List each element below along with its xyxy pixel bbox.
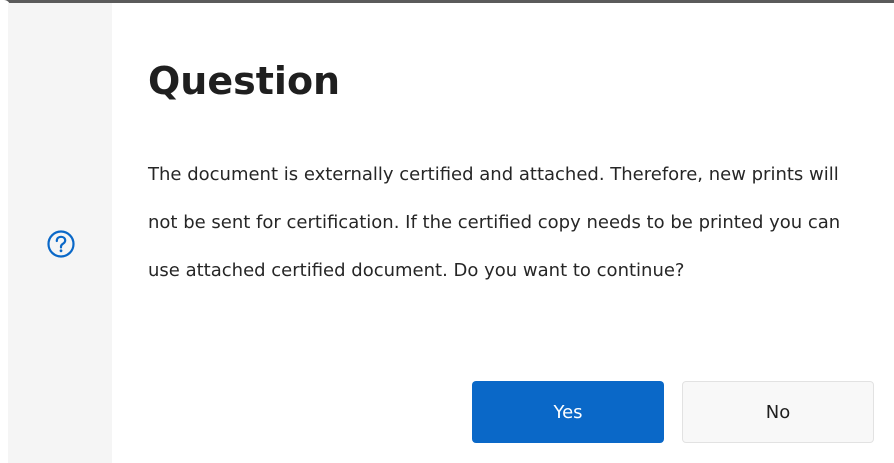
question-circle-icon xyxy=(47,230,75,258)
dialog-title: Question xyxy=(148,59,341,103)
yes-button[interactable]: Yes xyxy=(472,381,664,443)
question-dialog: Question The document is externally cert… xyxy=(0,0,894,463)
dialog-icon-strip xyxy=(8,3,112,463)
no-button[interactable]: No xyxy=(682,381,874,443)
dialog-message: The document is externally certified and… xyxy=(148,164,841,281)
